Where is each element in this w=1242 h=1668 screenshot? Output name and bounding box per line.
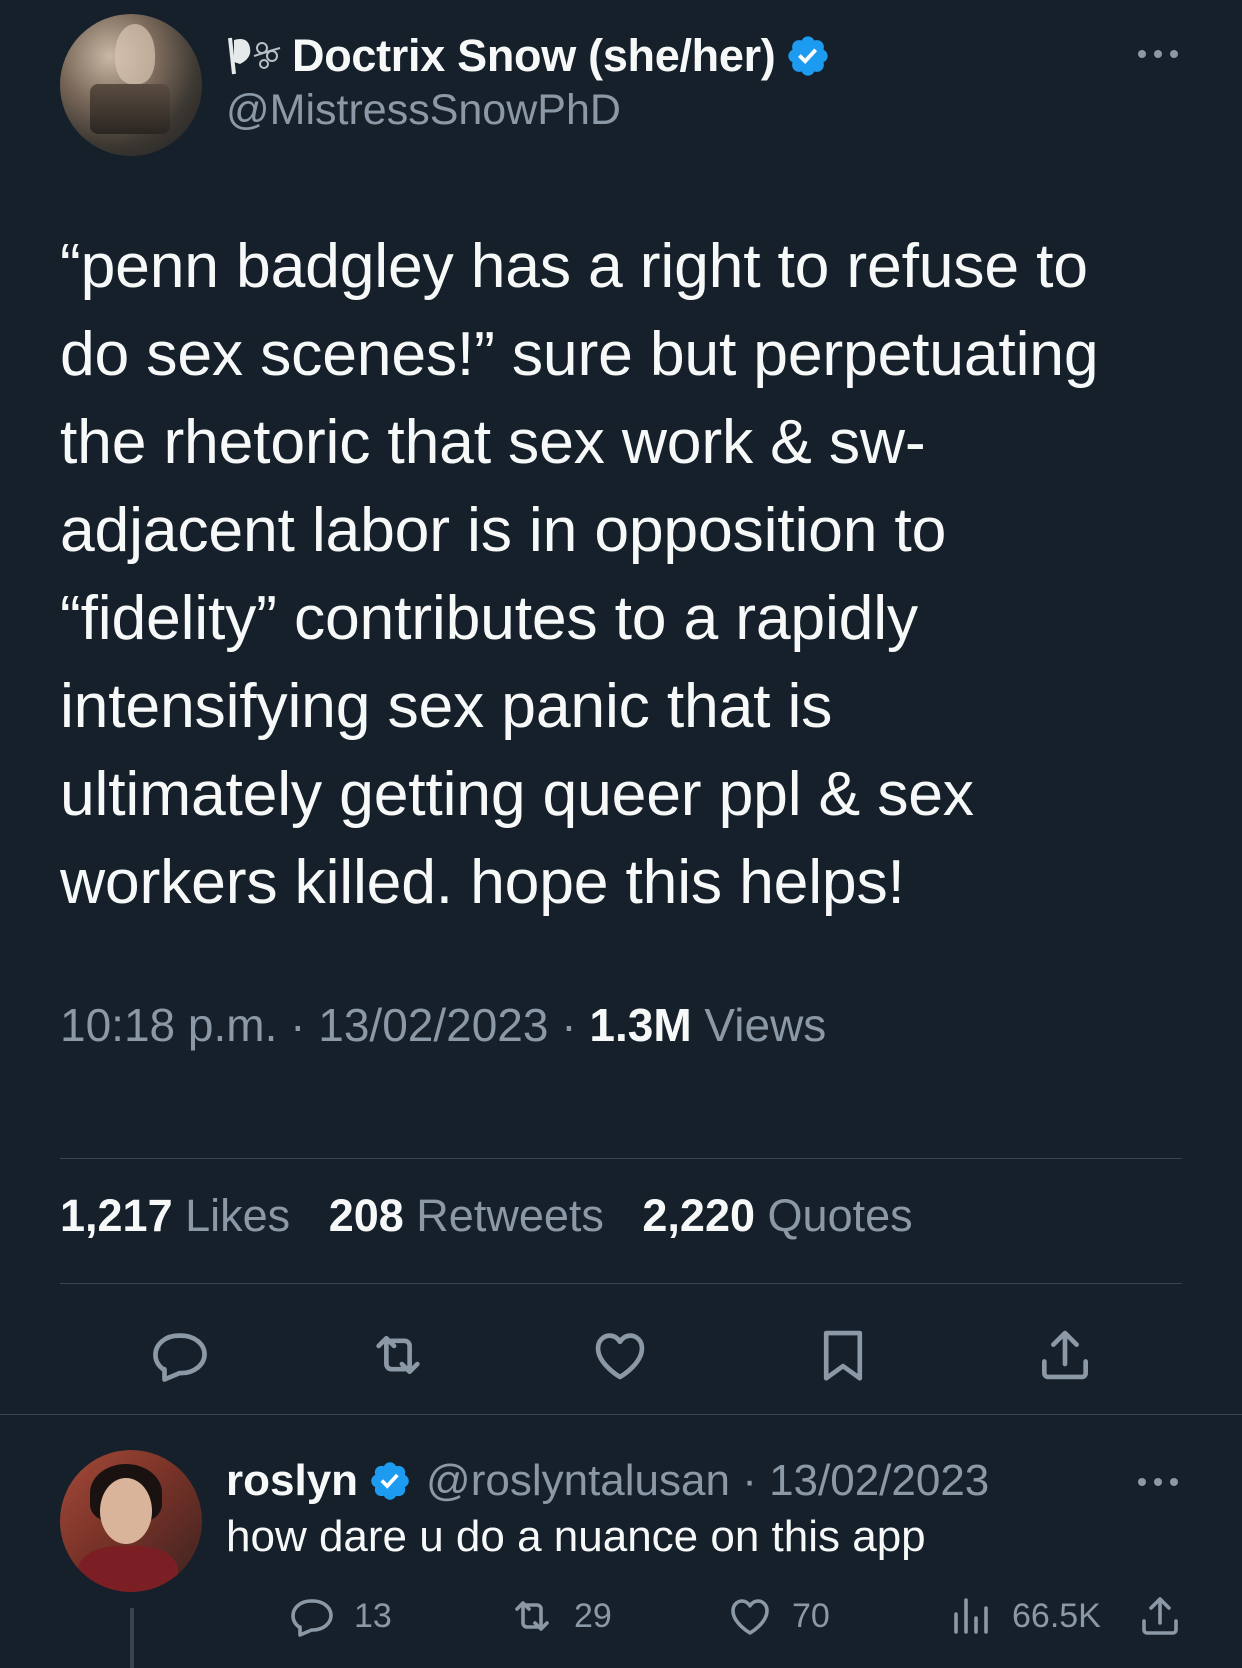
- reply-handle-and-date[interactable]: @roslyntalusan · 13/02/2023: [426, 1456, 989, 1506]
- tweet-time[interactable]: 10:18 p.m.: [60, 999, 277, 1051]
- tweet-body-text: “penn badgley has a right to refuse to d…: [60, 231, 1099, 917]
- author-info: Doctrix Snow (she/her) @MistressSnowPhD: [226, 28, 831, 135]
- author-name-row: Doctrix Snow (she/her): [226, 28, 831, 84]
- retweet-button[interactable]: [363, 1320, 433, 1390]
- tweet-meta: 10:18 p.m. · 13/02/2023 · 1.3M Views: [60, 998, 826, 1052]
- verified-badge-icon[interactable]: [368, 1459, 412, 1503]
- retweets-stat[interactable]: 208 Retweets: [329, 1190, 604, 1241]
- divider: [60, 1158, 1182, 1159]
- reply-views-button[interactable]: 66.5K: [946, 1586, 1101, 1646]
- views-count[interactable]: 1.3M: [589, 999, 691, 1051]
- reply-tweet[interactable]: roslyn @roslyntalusan · 13/02/2023 how d…: [60, 1450, 1182, 1668]
- share-icon: [1042, 1330, 1088, 1380]
- reply-body-text: how dare u do a nuance on this app: [226, 1512, 926, 1561]
- reply-reply-button[interactable]: 13: [288, 1586, 392, 1646]
- reply-like-button[interactable]: 70: [726, 1586, 830, 1646]
- author-display-name[interactable]: Doctrix Snow (she/her): [292, 30, 776, 82]
- retweet-icon: [515, 1601, 549, 1631]
- like-button[interactable]: [585, 1320, 655, 1390]
- thread-line: [130, 1608, 134, 1668]
- views-count: 66.5K: [1012, 1596, 1101, 1635]
- more-options-icon[interactable]: [1134, 44, 1182, 64]
- retweet-count: 29: [574, 1596, 612, 1635]
- views-icon: [954, 1598, 988, 1634]
- reply-icon: [291, 1599, 333, 1637]
- reply-share-button[interactable]: [1136, 1586, 1184, 1646]
- share-icon: [1142, 1597, 1178, 1635]
- tweet-detail-page: Doctrix Snow (she/her) @MistressSnowPhD …: [0, 0, 1242, 1668]
- heart-icon: [595, 1333, 645, 1380]
- emoji-icon: [228, 37, 281, 75]
- bookmark-button[interactable]: [808, 1320, 878, 1390]
- reply-author-name[interactable]: roslyn: [226, 1456, 358, 1506]
- tweet-header: Doctrix Snow (she/her) @MistressSnowPhD: [60, 14, 1182, 160]
- divider: [60, 1283, 1182, 1284]
- reply-action-bar: 13 29 70 66.5K: [226, 1586, 1182, 1646]
- reply-button[interactable]: [145, 1320, 215, 1390]
- author-avatar[interactable]: [60, 14, 202, 156]
- verified-badge-icon[interactable]: [785, 33, 831, 79]
- reply-header: roslyn @roslyntalusan · 13/02/2023: [226, 1450, 989, 1512]
- like-count: 70: [792, 1596, 830, 1635]
- more-options-icon[interactable]: [1134, 1472, 1182, 1492]
- likes-stat[interactable]: 1,217 Likes: [60, 1190, 290, 1241]
- quotes-stat[interactable]: 2,220 Quotes: [642, 1190, 912, 1241]
- share-button[interactable]: [1030, 1320, 1100, 1390]
- reply-author-avatar[interactable]: [60, 1450, 202, 1592]
- meta-separator: ·: [548, 999, 590, 1051]
- retweet-icon: [376, 1335, 420, 1375]
- engagement-stats: 1,217 Likes 208 Retweets 2,220 Quotes: [60, 1190, 939, 1242]
- reply-count: 13: [354, 1596, 392, 1635]
- divider: [0, 1414, 1242, 1415]
- heart-icon: [731, 1599, 769, 1635]
- author-handle[interactable]: @MistressSnowPhD: [226, 86, 831, 135]
- tweet-date[interactable]: 13/02/2023: [318, 999, 548, 1051]
- reply-icon: [153, 1333, 207, 1382]
- bookmark-icon: [823, 1330, 863, 1381]
- views-label[interactable]: Views: [692, 999, 826, 1051]
- meta-separator: ·: [277, 999, 319, 1051]
- reply-retweet-button[interactable]: 29: [508, 1586, 612, 1646]
- tweet-action-bar: [60, 1320, 1182, 1390]
